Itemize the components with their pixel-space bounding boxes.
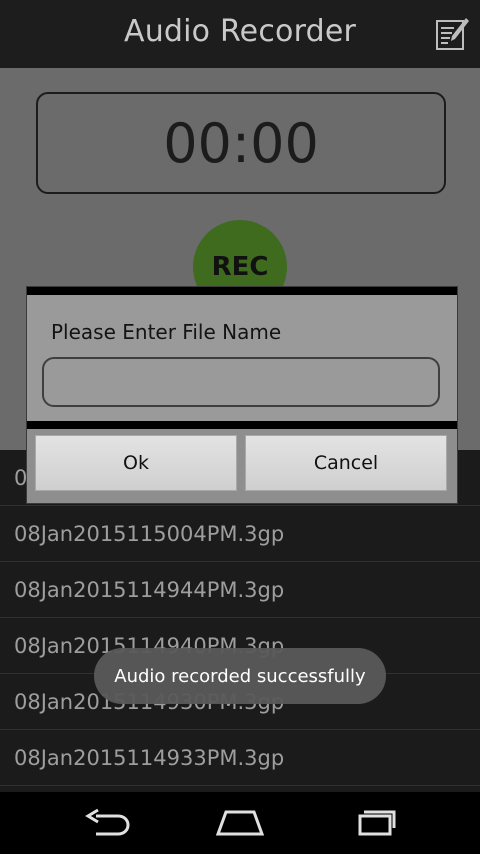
dialog-button-row: Ok Cancel: [27, 429, 457, 503]
navigation-bar: [0, 792, 480, 854]
recents-icon[interactable]: [350, 808, 400, 838]
dialog-button-divider: [27, 421, 457, 429]
dialog-prompt: Please Enter File Name: [51, 320, 282, 344]
back-icon[interactable]: [82, 808, 132, 838]
filename-input[interactable]: [42, 357, 440, 407]
edit-note-icon[interactable]: [434, 15, 470, 51]
list-item[interactable]: 08Jan2015114944PM.3gp: [0, 562, 480, 618]
timer-display: 00:00: [36, 92, 446, 194]
list-item[interactable]: 08Jan2015114933PM.3gp: [0, 730, 480, 786]
ok-button[interactable]: Ok: [35, 435, 237, 491]
filename-dialog: Please Enter File Name Ok Cancel: [27, 287, 457, 503]
list-item[interactable]: 08Jan2015115004PM.3gp: [0, 506, 480, 562]
home-icon[interactable]: [214, 808, 266, 838]
action-bar: Audio Recorder: [0, 0, 480, 68]
toast-message: Audio recorded successfully: [94, 648, 386, 704]
dialog-top-divider: [27, 287, 457, 295]
rec-label: REC: [211, 252, 269, 282]
cancel-button[interactable]: Cancel: [245, 435, 447, 491]
timer-text: 00:00: [163, 111, 319, 175]
app-title: Audio Recorder: [123, 14, 357, 49]
